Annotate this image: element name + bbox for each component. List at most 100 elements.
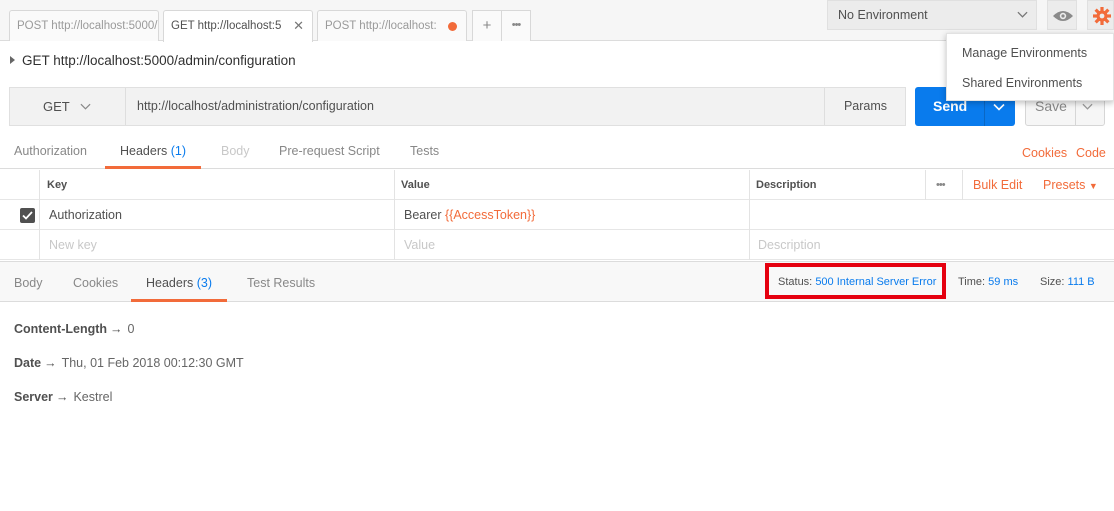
manage-environments-button[interactable] bbox=[1087, 0, 1114, 30]
response-tab-cookies[interactable]: Cookies bbox=[73, 262, 118, 302]
method-value: GET bbox=[43, 99, 70, 114]
add-tab-button[interactable]: + bbox=[472, 10, 502, 41]
unsaved-dot-icon bbox=[448, 22, 457, 31]
response-tab-test-results[interactable]: Test Results bbox=[247, 262, 315, 302]
column-divider bbox=[749, 170, 750, 200]
response-headers-count-badge: (3) bbox=[196, 276, 213, 290]
column-divider bbox=[39, 170, 40, 200]
column-header-value: Value bbox=[401, 179, 430, 191]
response-tab-headers[interactable]: Headers (3) bbox=[131, 262, 228, 302]
variable-token: {{AccessToken}} bbox=[445, 208, 536, 222]
chevron-down-icon bbox=[1017, 11, 1028, 18]
chevron-down-icon[interactable] bbox=[1082, 101, 1093, 112]
table-header-row: Key Value Description ••• Bulk Edit Pres… bbox=[0, 170, 1114, 200]
close-icon[interactable]: ✕ bbox=[293, 11, 304, 41]
response-header-item: Server → Kestrel bbox=[14, 390, 112, 404]
response-header-item: Content-Length → 0 bbox=[14, 322, 134, 336]
column-divider bbox=[962, 170, 963, 200]
ellipsis-icon: ••• bbox=[511, 19, 522, 31]
tab-get-active[interactable]: GET http://localhost:5 ✕ bbox=[163, 10, 313, 42]
status-highlight-box bbox=[765, 263, 946, 299]
tab-authorization[interactable]: Authorization bbox=[14, 139, 87, 169]
request-name-text: GET http://localhost:5000/admin/configur… bbox=[22, 53, 296, 68]
header-value-cell[interactable]: Bearer {{AccessToken}} bbox=[404, 200, 535, 230]
response-header-value: Thu, 01 Feb 2018 00:12:30 GMT bbox=[61, 356, 244, 370]
tab-label: GET http://localhost:5 bbox=[171, 20, 282, 32]
response-header-value: 0 bbox=[127, 322, 135, 336]
method-select[interactable]: GET bbox=[10, 88, 126, 125]
header-key-cell[interactable]: Authorization bbox=[49, 200, 122, 230]
table-row: Authorization Bearer {{AccessToken}} bbox=[0, 200, 1114, 230]
environment-select[interactable]: No Environment bbox=[827, 0, 1037, 30]
headers-count-badge: (1) bbox=[170, 144, 187, 158]
response-time: Time: 59 ms bbox=[958, 262, 1018, 302]
tab-label: POST http://localhost:5000/ bbox=[17, 20, 158, 32]
tab-post-2[interactable]: POST http://localhost: bbox=[317, 10, 467, 41]
more-options-icon[interactable]: ••• bbox=[936, 170, 946, 200]
header-enabled-checkbox[interactable] bbox=[20, 208, 35, 223]
checkmark-icon bbox=[22, 211, 33, 220]
column-divider bbox=[925, 170, 926, 200]
presets-label: Presets bbox=[1043, 178, 1086, 192]
tab-headers[interactable]: Headers (1) bbox=[105, 139, 202, 169]
request-tabs: Authorization Headers (1) Body Pre-reque… bbox=[0, 139, 1114, 169]
new-description-input[interactable]: Description bbox=[758, 230, 821, 260]
cookies-link[interactable]: Cookies bbox=[1022, 139, 1067, 167]
menu-item-shared-environments[interactable]: Shared Environments bbox=[947, 68, 1113, 98]
response-header-key: Date bbox=[14, 356, 42, 370]
tab-label: POST http://localhost: bbox=[325, 20, 437, 32]
environment-menu: Manage Environments Shared Environments bbox=[946, 33, 1114, 101]
column-divider bbox=[394, 200, 395, 230]
request-name[interactable]: GET http://localhost:5000/admin/configur… bbox=[10, 53, 296, 68]
column-header-key: Key bbox=[47, 179, 68, 191]
size-label: Size: bbox=[1040, 276, 1065, 288]
caret-right-icon[interactable] bbox=[10, 56, 15, 64]
response-tab-headers-label: Headers bbox=[146, 276, 194, 290]
column-header-description: Description bbox=[756, 179, 817, 191]
more-tabs-button[interactable]: ••• bbox=[501, 10, 531, 41]
chevron-down-icon bbox=[80, 103, 91, 110]
new-key-input[interactable]: New key bbox=[49, 230, 97, 260]
table-row-new: New key Value Description bbox=[0, 230, 1114, 260]
size-value[interactable]: 111 B bbox=[1068, 276, 1095, 288]
environment-select-value: No Environment bbox=[838, 8, 928, 22]
time-value[interactable]: 59 ms bbox=[988, 276, 1018, 288]
time-label: Time: bbox=[958, 276, 986, 288]
arrow-right-icon: → bbox=[55, 390, 69, 404]
tab-post-1[interactable]: POST http://localhost:5000/ bbox=[9, 10, 159, 41]
column-divider bbox=[749, 230, 750, 260]
headers-table: Key Value Description ••• Bulk Edit Pres… bbox=[0, 170, 1114, 260]
response-tabs: Body Cookies Headers (3) Test Results St… bbox=[0, 261, 1114, 302]
response-size: Size: 111 B bbox=[1040, 262, 1095, 302]
response-header-key: Server bbox=[14, 390, 53, 404]
column-divider bbox=[39, 200, 40, 230]
bulk-edit-link[interactable]: Bulk Edit bbox=[973, 170, 1022, 200]
response-header-key: Content-Length bbox=[14, 322, 108, 336]
column-divider bbox=[394, 230, 395, 260]
chevron-down-icon[interactable] bbox=[993, 101, 1005, 113]
new-value-input[interactable]: Value bbox=[404, 230, 435, 260]
column-divider bbox=[39, 230, 40, 260]
url-bar: GET http://localhost/administration/conf… bbox=[9, 87, 906, 126]
column-divider bbox=[394, 170, 395, 200]
arrow-right-icon: → bbox=[110, 322, 123, 336]
menu-item-manage-environments[interactable]: Manage Environments bbox=[947, 38, 1113, 68]
response-tab-body[interactable]: Body bbox=[14, 262, 43, 302]
presets-dropdown[interactable]: Presets ▼ bbox=[1043, 170, 1098, 200]
environment-quick-look-button[interactable] bbox=[1047, 0, 1077, 30]
eye-icon bbox=[1053, 11, 1073, 21]
response-header-value: Kestrel bbox=[73, 390, 113, 404]
caret-down-icon: ▼ bbox=[1088, 181, 1098, 191]
tab-headers-label: Headers bbox=[120, 144, 168, 158]
header-value-text: Bearer bbox=[404, 208, 445, 222]
tab-tests[interactable]: Tests bbox=[410, 139, 439, 169]
gear-icon bbox=[1093, 7, 1111, 25]
arrow-right-icon: → bbox=[44, 356, 57, 370]
response-header-item: Date → Thu, 01 Feb 2018 00:12:30 GMT bbox=[14, 356, 244, 370]
code-link[interactable]: Code bbox=[1076, 139, 1106, 167]
tab-body[interactable]: Body bbox=[221, 139, 250, 169]
url-input[interactable]: http://localhost/administration/configur… bbox=[126, 88, 824, 125]
params-button[interactable]: Params bbox=[824, 88, 906, 125]
column-divider bbox=[749, 200, 750, 230]
tab-pre-request-script[interactable]: Pre-request Script bbox=[279, 139, 380, 169]
